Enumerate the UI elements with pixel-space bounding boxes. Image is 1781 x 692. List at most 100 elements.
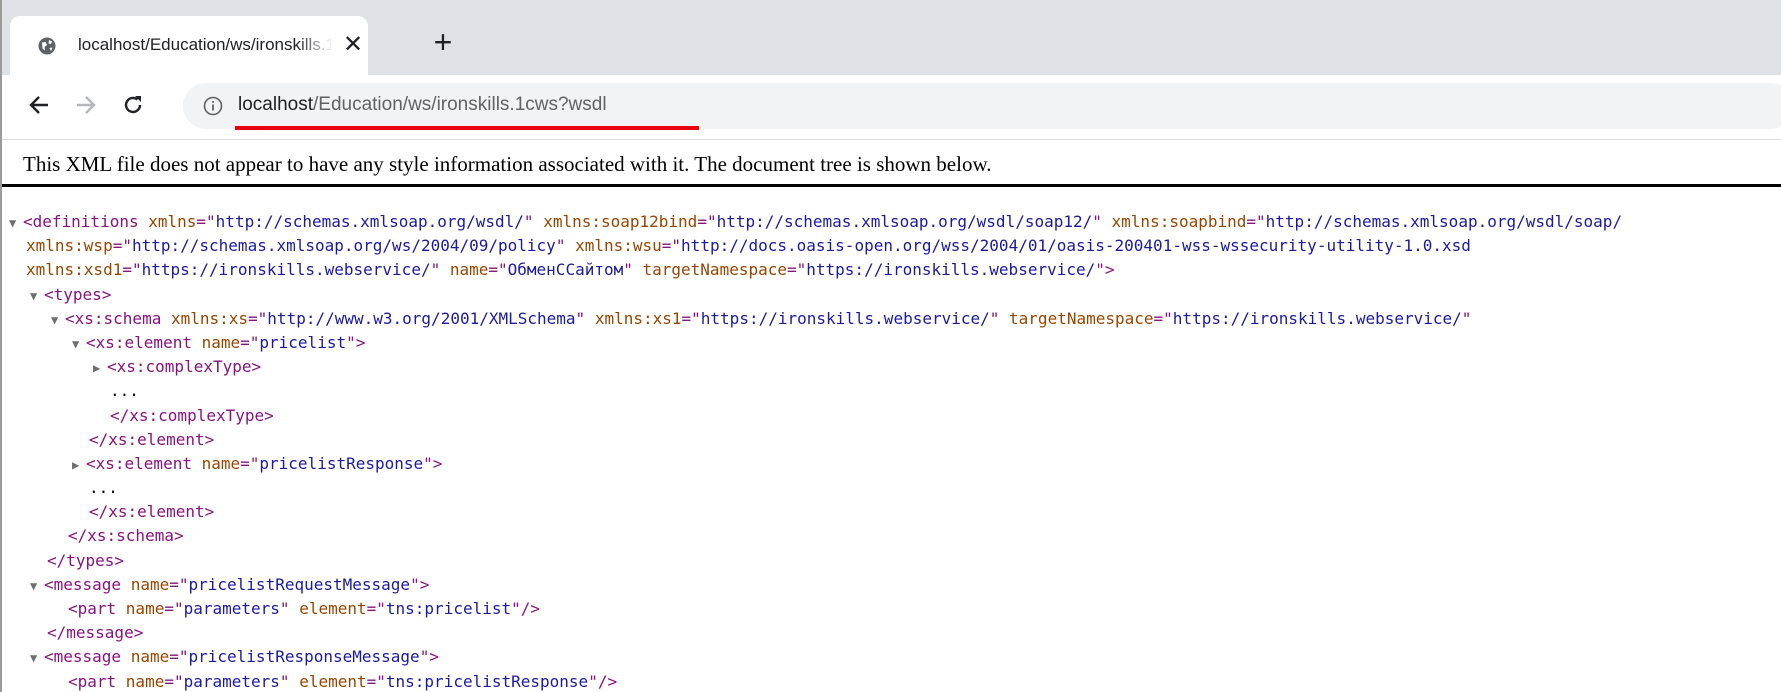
xml-tree-line: <part name="parameters" element="tns:pri… — [0, 670, 1781, 692]
xml-token-val: http://docs.oasis-open.org/wss/2004/01/o… — [681, 236, 1471, 256]
xml-token-tag: <xs:complexType> — [107, 357, 262, 377]
new-tab-button[interactable]: + — [428, 26, 458, 58]
collapse-arrow-icon[interactable]: ▼ — [72, 332, 86, 355]
xml-token-tag: =" — [196, 212, 216, 231]
xml-token-attr: xmlns:xs — [170, 308, 249, 328]
expand-arrow-icon[interactable]: ▶ — [93, 356, 107, 379]
collapse-arrow-icon[interactable]: ▼ — [30, 284, 44, 307]
xml-token-tag: =" — [240, 453, 260, 473]
xml-token-attr: targetNamespace — [1009, 308, 1154, 328]
xml-token-tag: "/> — [511, 599, 541, 618]
xml-token-tag: " — [279, 671, 300, 691]
xml-token-val: pricelist — [259, 332, 347, 352]
xml-token-txt: ... — [89, 478, 118, 498]
xml-token-tag: =" — [240, 332, 260, 352]
xml-tree-line: </xs:element> — [0, 500, 1781, 524]
url-host: localhost — [238, 94, 313, 115]
xml-tree-line: ▼ <types> — [0, 283, 1781, 307]
xml-tree-line: ▶ <xs:element name="pricelistResponse"> — [0, 452, 1781, 476]
xml-token-tag: "> — [423, 453, 443, 473]
xml-token-attr: element — [299, 599, 367, 618]
xml-token-tag: =" — [122, 260, 142, 280]
info-icon[interactable] — [203, 96, 223, 116]
address-bar[interactable]: localhost/Education/ws/ironskills.1cws?w… — [183, 83, 1781, 129]
tab-title: localhost/Education/ws/ironskills.1cws?w… — [78, 35, 333, 54]
tab-strip: localhost/Education/ws/ironskills.1cws?w… — [0, 0, 1781, 75]
reload-button[interactable] — [117, 89, 149, 121]
xml-token-tag: " — [989, 308, 1010, 328]
xml-token-attr: xmlns — [148, 212, 197, 231]
xml-token-tag: =" — [1153, 308, 1173, 328]
xml-token-tag: <message — [44, 574, 131, 594]
xml-token-attr: targetNamespace — [642, 260, 788, 280]
xml-document-tree: ▼ <definitions xmlns="http://schemas.xmls… — [0, 210, 1781, 692]
xml-token-tag: =" — [164, 671, 184, 691]
xml-tree-line: ▼ <message name="pricelistResponseMessage… — [0, 645, 1781, 669]
xml-token-tag: =" — [112, 236, 132, 256]
browser-tab[interactable]: localhost/Education/ws/ironskills.1cws?w… — [10, 16, 368, 75]
xml-tree-line: ▼ <xs:element name="pricelist"> — [0, 331, 1781, 355]
xml-tree-line: </xs:element> — [0, 428, 1781, 452]
xml-token-val: https://ironskills.webservice/ — [1172, 308, 1462, 328]
xml-token-attr: name — [201, 453, 241, 473]
xml-token-tag: <part — [68, 671, 126, 691]
xml-token-tag: " — [555, 236, 576, 256]
xml-token-tag: <part — [68, 599, 126, 618]
expand-arrow-icon[interactable]: ▶ — [72, 453, 86, 476]
xml-token-tag: "> — [410, 574, 430, 594]
close-icon[interactable]: ✕ — [340, 32, 366, 58]
xml-tree-line: </types> — [0, 549, 1781, 573]
red-underline-annotation — [235, 126, 699, 130]
url-text[interactable]: localhost/Education/ws/ironskills.1cws?w… — [238, 94, 607, 118]
xml-token-tag: =" — [164, 599, 184, 618]
reload-icon — [124, 96, 142, 114]
xml-token-val: pricelistResponse — [259, 453, 424, 473]
browser-toolbar: localhost/Education/ws/ironskills.1cws?w… — [0, 75, 1781, 140]
xml-token-attr: xmlns:wsp — [26, 236, 113, 256]
xml-token-attr: name — [130, 647, 170, 667]
xml-token-tag: =" — [169, 647, 189, 667]
xml-tree-line: xmlns:wsp="http://schemas.xmlsoap.org/ws… — [0, 234, 1781, 258]
xml-token-tag: <message — [44, 647, 131, 667]
xml-token-tag: " — [279, 599, 300, 618]
xml-token-attr: xmlns:xsd1 — [26, 260, 123, 280]
xml-token-val: http://schemas.xmlsoap.org/wsdl/ — [215, 212, 524, 231]
xml-token-val: http://schemas.xmlsoap.org/wsdl/soap12/ — [716, 212, 1093, 231]
xml-token-attr: xmlns:xs1 — [594, 308, 682, 328]
xml-tree-line: <part name="parameters" element="tns:pri… — [0, 597, 1781, 621]
xml-token-tag: </xs:complexType> — [110, 405, 274, 425]
collapse-arrow-icon[interactable]: ▼ — [51, 308, 65, 331]
collapse-arrow-icon[interactable]: ▼ — [30, 574, 44, 597]
xml-token-val: parameters — [183, 599, 280, 618]
xml-token-tag: <definitions — [23, 212, 149, 231]
xml-token-attr: name — [449, 260, 489, 280]
xml-token-attr: name — [125, 671, 165, 691]
forward-button[interactable] — [70, 89, 102, 121]
collapse-arrow-icon[interactable]: ▼ — [9, 211, 23, 234]
xml-token-tag: =" — [248, 308, 268, 328]
xml-tree-line: ... — [0, 379, 1781, 403]
xml-token-tag: <types> — [44, 284, 112, 304]
xml-token-tag: "> — [419, 647, 439, 667]
xml-token-attr: xmlns:soapbind — [1111, 212, 1247, 231]
xml-tree-line: ▼ <message name="pricelistRequestMessage"… — [0, 573, 1781, 597]
xml-token-tag: =" — [366, 671, 386, 691]
xml-token-tag: =" — [1246, 212, 1266, 231]
xml-token-attr: xmlns:soap12bind — [543, 212, 698, 231]
xml-style-notice: This XML file does not appear to have an… — [0, 140, 1781, 187]
xml-token-tag: </xs:schema> — [68, 526, 184, 546]
xml-style-notice-text: This XML file does not appear to have an… — [23, 152, 992, 176]
xml-tree-line: ▶ <xs:complexType> — [0, 355, 1781, 379]
xml-token-tag: </message> — [47, 623, 144, 643]
xml-tree-line: ▼ <definitions xmlns="http://schemas.xmls… — [0, 210, 1781, 234]
xml-token-tag: </xs:element> — [89, 429, 215, 449]
xml-token-tag: "> — [1095, 260, 1115, 280]
xml-token-val: ОбменССайтом — [507, 260, 624, 280]
xml-token-attr: name — [201, 332, 241, 352]
collapse-arrow-icon[interactable]: ▼ — [30, 646, 44, 669]
xml-token-tag: </xs:element> — [89, 502, 215, 522]
xml-token-val: http://schemas.xmlsoap.org/ws/2004/09/po… — [131, 236, 556, 256]
xml-token-tag: =" — [169, 574, 189, 594]
xml-tree-line: </xs:schema> — [0, 524, 1781, 548]
back-button[interactable] — [23, 89, 55, 121]
